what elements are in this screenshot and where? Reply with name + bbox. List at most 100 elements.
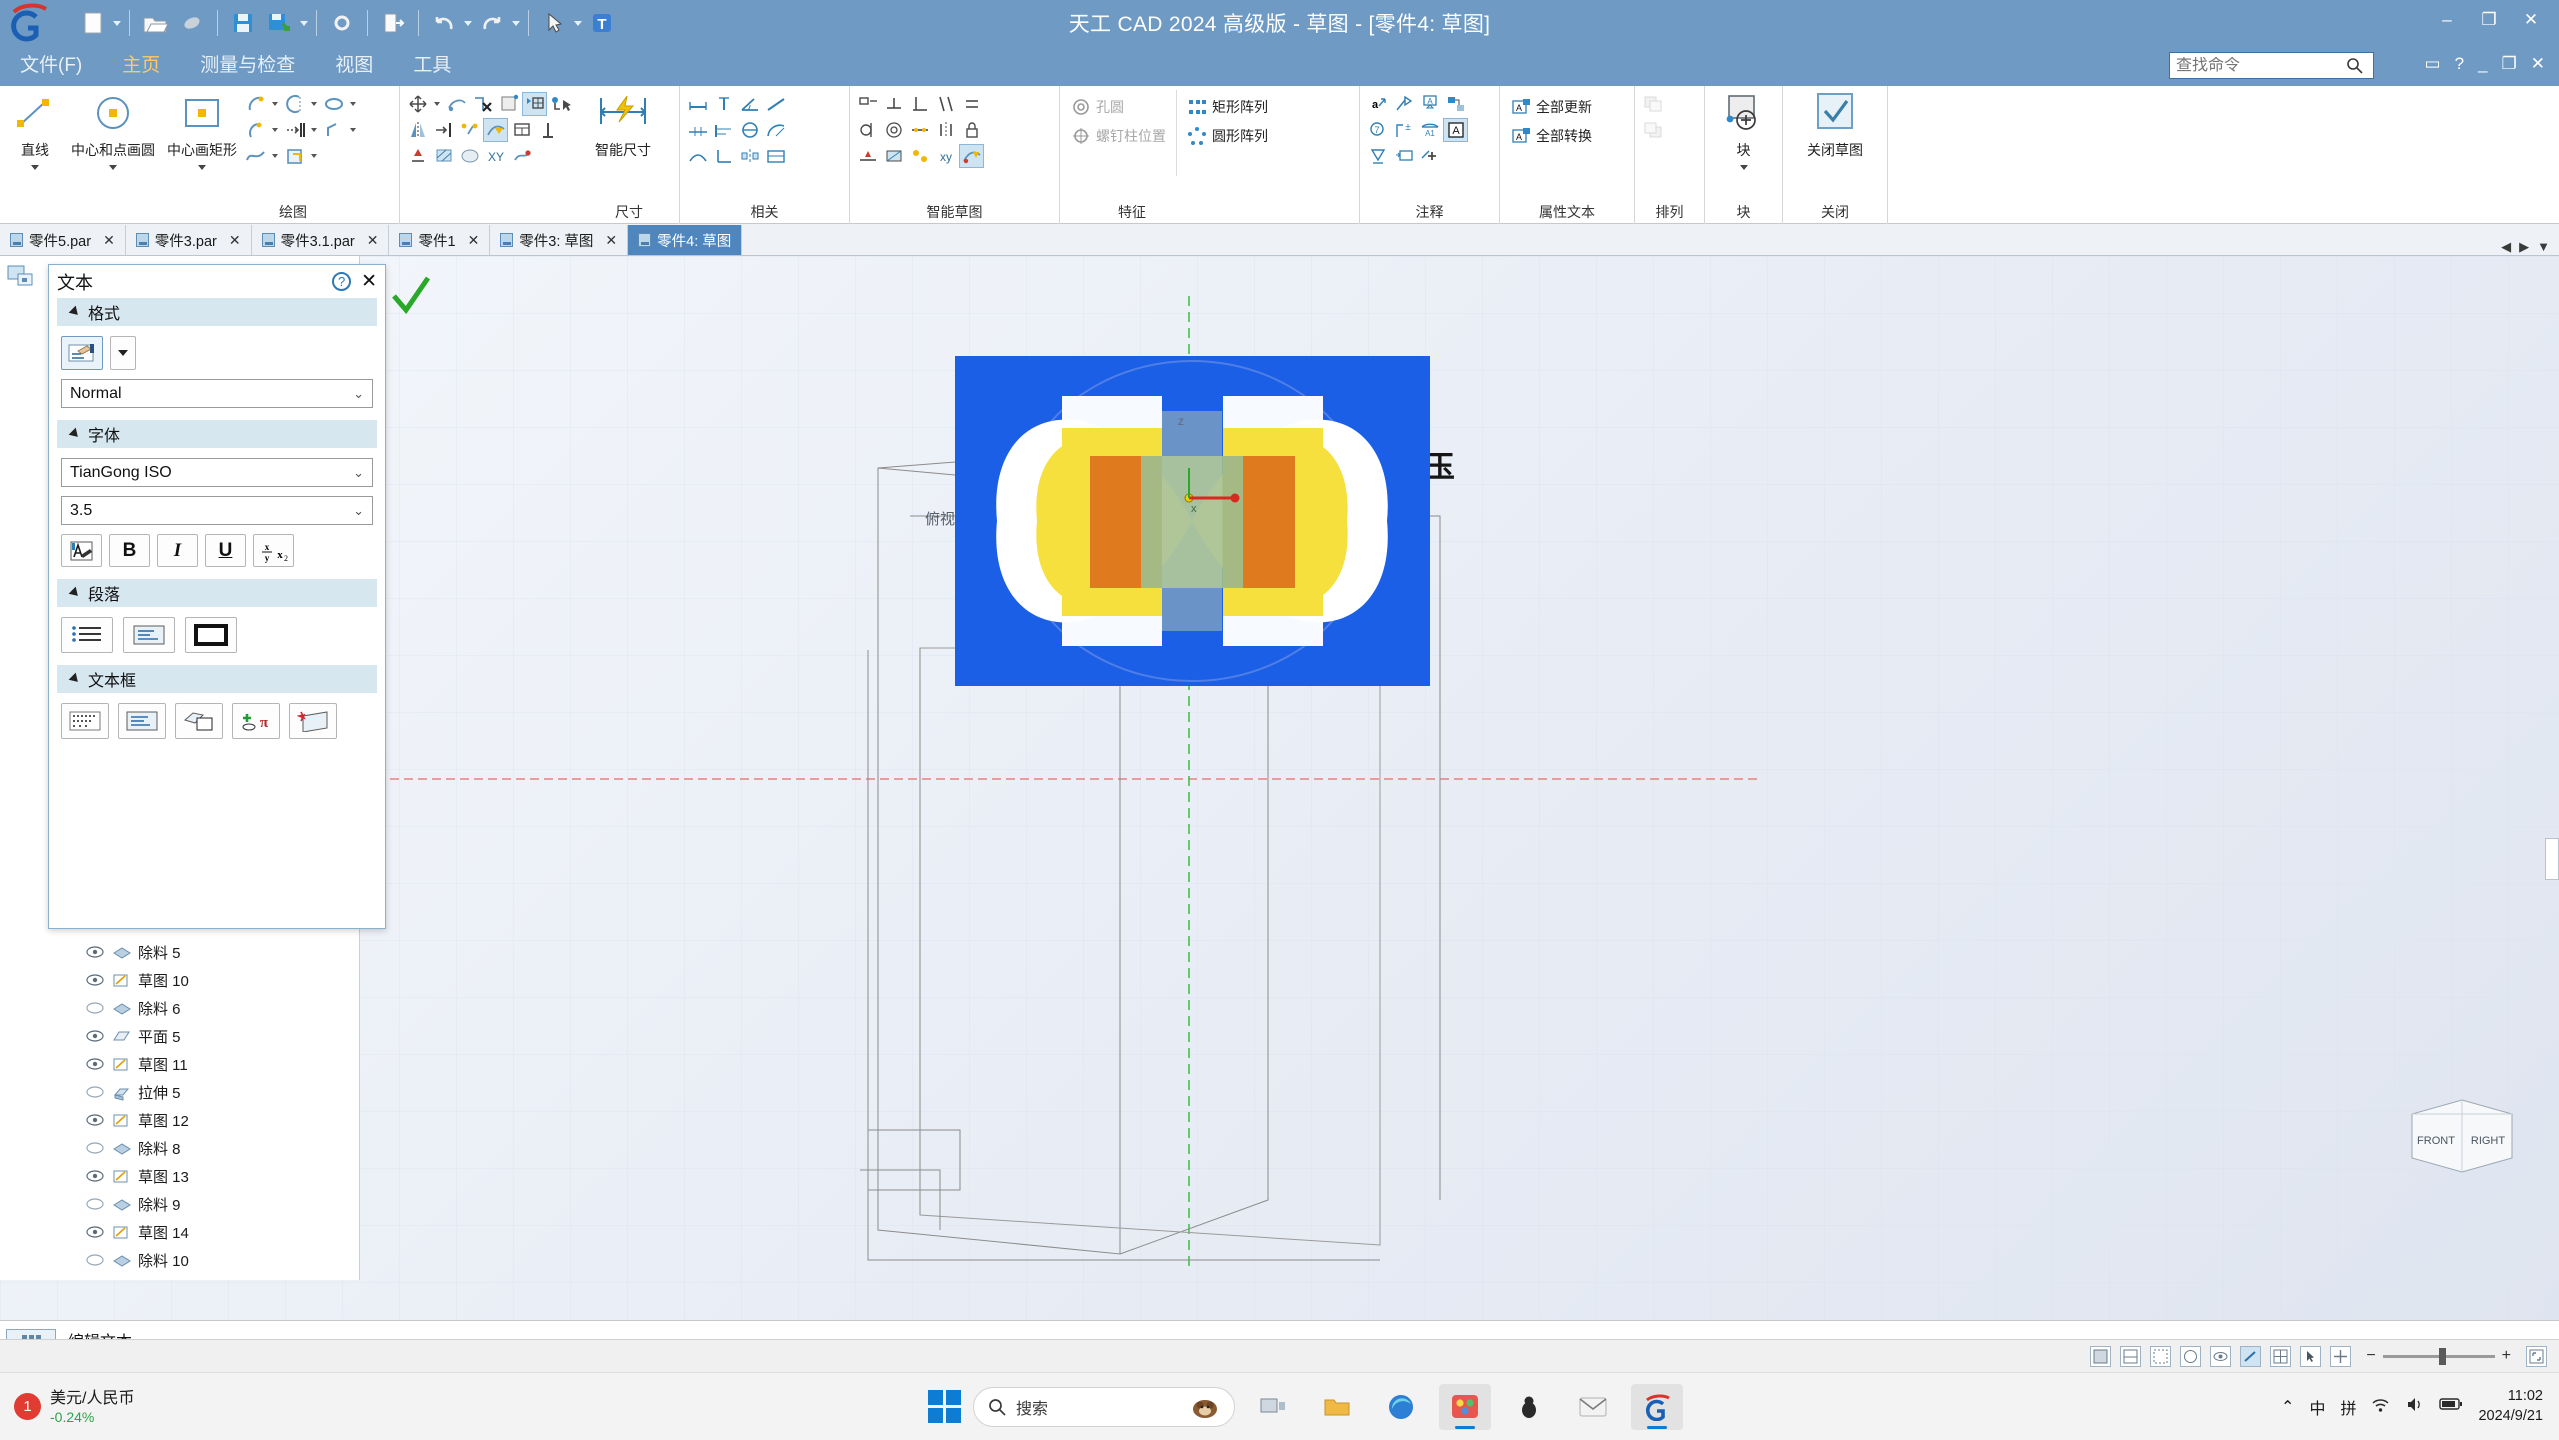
visibility-eye-icon[interactable] <box>86 1225 105 1239</box>
point-icon[interactable] <box>509 144 534 168</box>
doc-tab-0[interactable]: 零件5.par ✕ <box>0 225 126 255</box>
delete-constraint-icon[interactable] <box>470 92 495 116</box>
shade-icon[interactable] <box>457 144 482 168</box>
insert-symbol-button[interactable]: π <box>232 703 280 739</box>
view-cube[interactable]: FRONT RIGHT <box>2408 1096 2516 1174</box>
dim-chain-icon[interactable] <box>685 118 710 142</box>
trim-icon[interactable] <box>457 118 482 142</box>
curve-icon[interactable] <box>243 144 268 168</box>
tree-item-2[interactable]: 除料 6 <box>0 994 359 1022</box>
zoom-in-button[interactable]: + <box>2502 1347 2511 1365</box>
visibility-eye-icon[interactable] <box>86 1057 105 1071</box>
callout-icon[interactable] <box>1443 92 1468 116</box>
ant-icon[interactable] <box>1503 1384 1555 1430</box>
bring-front-icon[interactable] <box>1640 92 1665 116</box>
help-icon[interactable]: ? <box>2455 54 2464 74</box>
shaded-icon[interactable] <box>2090 1345 2112 1367</box>
select-view-icon[interactable] <box>2300 1345 2322 1367</box>
new-doc-dropdown-icon[interactable] <box>113 20 121 26</box>
volume-icon[interactable] <box>2405 1396 2424 1418</box>
section-header-paragraph[interactable]: 段落 <box>57 579 377 607</box>
tree-item-11[interactable]: 除料 10 <box>0 1246 359 1274</box>
ribbon-toggle-icon[interactable]: ▭ <box>2425 54 2441 74</box>
dim-angle-icon[interactable] <box>737 92 762 116</box>
surface-finish-icon[interactable]: 7 <box>1365 118 1390 142</box>
paragraph-style-button[interactable] <box>61 336 103 370</box>
tree-item-7[interactable]: 除料 8 <box>0 1134 359 1162</box>
zoom-track[interactable] <box>2382 1347 2495 1365</box>
undo-arrow-icon[interactable] <box>427 6 461 40</box>
circular-pattern-button[interactable]: 圆形阵列 <box>1181 123 1274 149</box>
hole-circle-button[interactable]: 孔圆 <box>1065 94 1172 120</box>
curve-dropdown-icon[interactable] <box>272 154 278 158</box>
tree-item-1[interactable]: 草图 10 <box>0 966 359 994</box>
doc-tab-close-icon[interactable]: ✕ <box>605 232 617 249</box>
pan-icon[interactable] <box>2330 1345 2352 1367</box>
extend-icon[interactable] <box>483 118 508 142</box>
tab-nav-next[interactable]: ▶ <box>2516 239 2532 255</box>
cad-logo-icon[interactable] <box>1631 1383 1684 1430</box>
text-properties-panel[interactable]: 文本 ? ✕ 格式 Normal ⌄ 字体 TianGong ISO ⌄ 3.5… <box>48 264 386 929</box>
menu-item-measure[interactable]: 测量与检查 <box>180 46 315 86</box>
visibility-eye-icon[interactable] <box>86 1169 105 1183</box>
send-back-icon[interactable] <box>1640 118 1665 142</box>
doc-tab-2[interactable]: 零件3.1.par ✕ <box>252 225 390 255</box>
underline-button[interactable]: U <box>205 534 246 567</box>
region-dropdown-icon[interactable] <box>311 154 317 158</box>
screw-boss-button[interactable]: 螺钉柱位置 <box>1065 123 1172 149</box>
paragraph-style-dropdown[interactable] <box>110 336 136 370</box>
section-header-textbox[interactable]: 文本框 <box>57 665 377 693</box>
rotate-icon[interactable] <box>444 92 469 116</box>
convert-all-button[interactable]: A 全部转换 <box>1505 123 1598 149</box>
textbox-style-button[interactable] <box>118 703 166 739</box>
fillet-icon[interactable] <box>282 118 307 142</box>
doc-tab-close-icon[interactable]: ✕ <box>229 232 241 249</box>
menu-item-home[interactable]: 主页 <box>102 46 180 86</box>
tree-item-6[interactable]: 草图 12 <box>0 1106 359 1134</box>
visibility-eye-icon[interactable] <box>86 1085 105 1099</box>
select-dropdown-icon[interactable] <box>574 20 582 26</box>
leader-text-icon[interactable]: a <box>1365 92 1390 116</box>
arc-dashed-icon[interactable] <box>282 92 307 116</box>
doc-tab-5[interactable]: 零件4: 草图 <box>628 225 743 255</box>
relation-show-icon[interactable]: xy <box>933 144 958 168</box>
menu-item-view[interactable]: 视图 <box>315 46 393 86</box>
open-folder-icon[interactable] <box>138 6 172 40</box>
chamfer-dropdown-icon[interactable] <box>350 128 356 132</box>
style-select[interactable]: Normal ⌄ <box>61 379 373 408</box>
dim-diameter-icon[interactable] <box>737 118 762 142</box>
save-as-icon[interactable] <box>263 6 297 40</box>
mail-icon[interactable] <box>1567 1384 1619 1430</box>
line-dropdown-icon[interactable] <box>31 165 39 170</box>
doc-minimize-button[interactable]: _ <box>2478 54 2487 74</box>
circle-dropdown-icon[interactable] <box>109 165 117 170</box>
relation-h-icon[interactable] <box>855 92 880 116</box>
paragraph-align-button[interactable] <box>123 617 175 653</box>
recent-icon[interactable] <box>175 6 209 40</box>
ellipse-icon[interactable] <box>321 92 346 116</box>
paint-icon[interactable] <box>1439 1383 1492 1430</box>
doc-tab-close-icon[interactable]: ✕ <box>468 232 480 249</box>
tab-nav-list[interactable]: ▼ <box>2534 239 2553 255</box>
add-annotation-icon[interactable] <box>1417 144 1442 168</box>
font-size-select[interactable]: 3.5 ⌄ <box>61 496 373 525</box>
help-circle-icon[interactable]: ? <box>332 272 352 291</box>
textbox-copy-button[interactable] <box>175 703 223 739</box>
tree-item-12[interactable]: 草图 15 <box>0 1274 359 1280</box>
superscript-subscript-button[interactable]: x y x 2 <box>253 534 294 567</box>
search-input[interactable] <box>2176 56 2346 75</box>
doc-tab-close-icon[interactable]: ✕ <box>367 232 379 249</box>
copilot-mascot-icon[interactable] <box>1190 1392 1220 1422</box>
rect-pattern-button[interactable]: 矩形阵列 <box>1181 94 1274 120</box>
visibility-eye-icon[interactable] <box>86 1197 105 1211</box>
menu-item-tools[interactable]: 工具 <box>393 46 471 86</box>
relation-tan-icon[interactable] <box>855 118 880 142</box>
font-family-select[interactable]: TianGong ISO ⌄ <box>61 458 373 487</box>
smart-dimension-button[interactable]: 智能尺寸 <box>587 90 659 160</box>
grid-view-icon[interactable] <box>2270 1345 2292 1367</box>
edges-icon[interactable] <box>2120 1345 2142 1367</box>
tree-item-9[interactable]: 除料 9 <box>0 1190 359 1218</box>
circle-center-point-button[interactable]: 中心和点画圆 <box>65 90 161 170</box>
text-box-icon[interactable]: A <box>1443 118 1468 142</box>
redo-arrow-icon[interactable] <box>475 6 509 40</box>
